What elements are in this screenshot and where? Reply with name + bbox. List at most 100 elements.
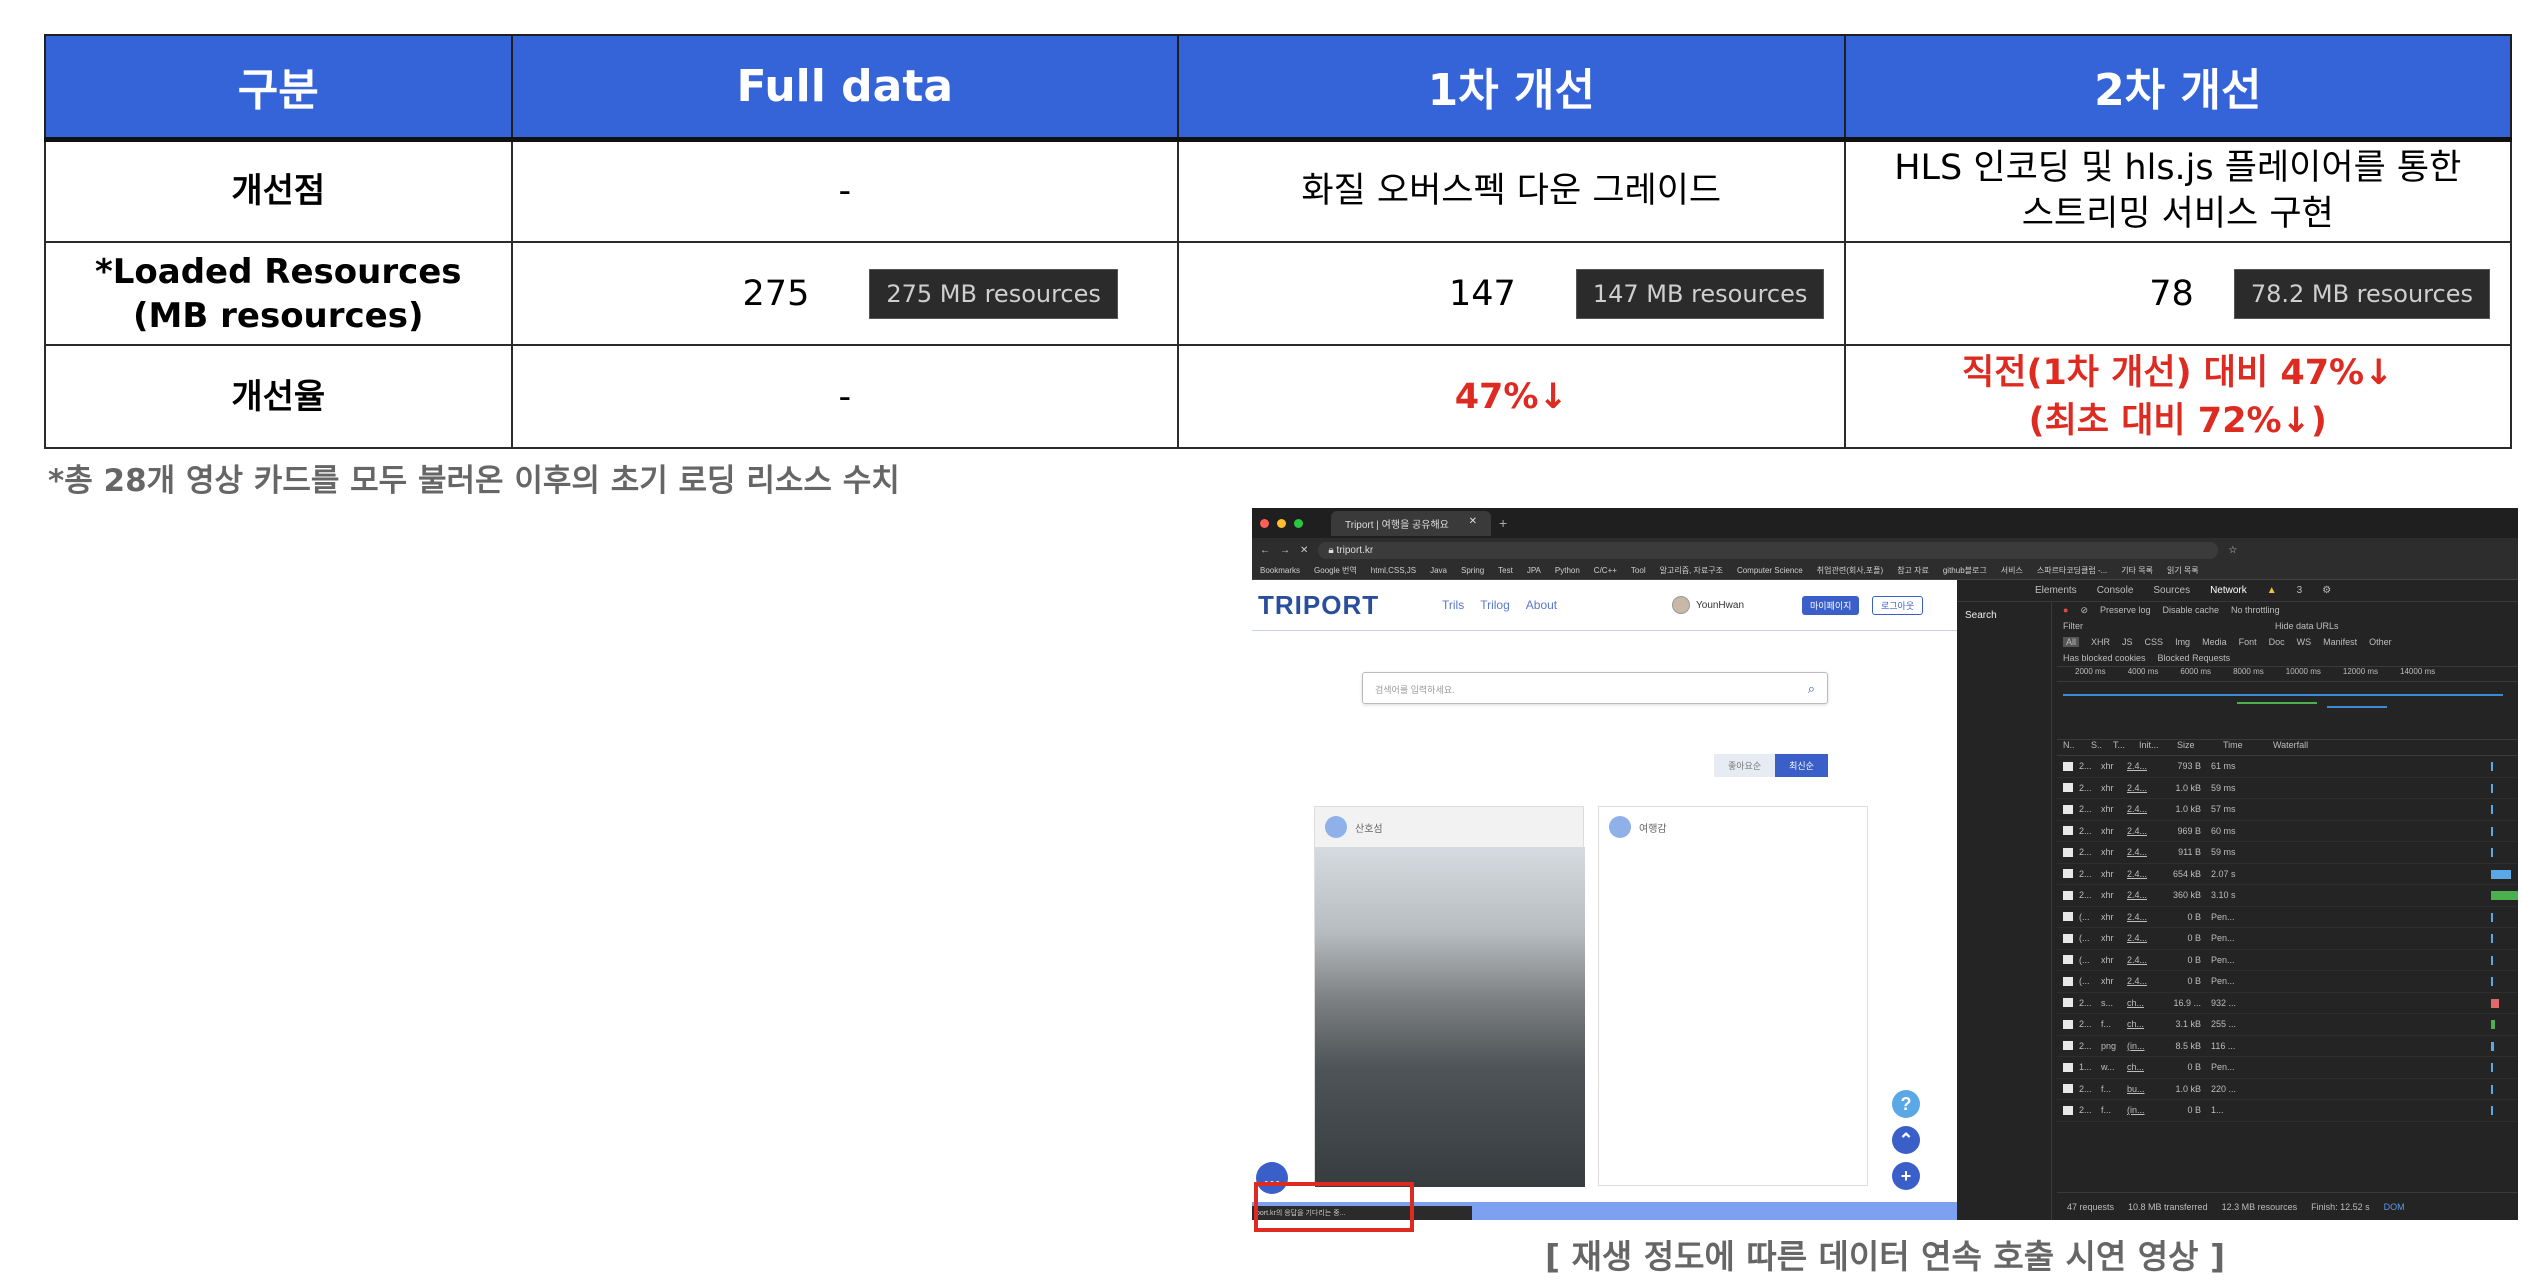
- tab-sources[interactable]: Sources: [2153, 585, 2190, 596]
- table-row[interactable]: 2... xhr 2.4... 360 kB 3.10 s: [2057, 885, 2518, 907]
- bookmark-item[interactable]: 취업관련(회사,포폴): [1817, 565, 1883, 576]
- sort-popular-button[interactable]: 좋아요순: [1714, 754, 1776, 777]
- nav-trilog[interactable]: Trilog: [1480, 598, 1510, 612]
- blocked-cookies[interactable]: Has blocked cookies: [2063, 653, 2146, 663]
- add-icon[interactable]: +: [1892, 1162, 1920, 1190]
- preserve-log[interactable]: Preserve log: [2100, 605, 2151, 615]
- bookmark-item[interactable]: Computer Science: [1737, 566, 1803, 575]
- table-row[interactable]: 2... f... ch... 3.1 kB 255 ...: [2057, 1014, 2518, 1036]
- grid-column-header[interactable]: Time: [2223, 740, 2273, 755]
- table-row[interactable]: 2... xhr 2.4... 1.0 kB 59 ms: [2057, 778, 2518, 799]
- grid-column-header[interactable]: Size: [2177, 740, 2223, 755]
- new-tab-icon[interactable]: +: [1499, 515, 1507, 531]
- tab-console[interactable]: Console: [2097, 585, 2134, 596]
- type-filter-manifest[interactable]: Manifest: [2323, 637, 2357, 647]
- grid-column-header[interactable]: Waterfall: [2273, 740, 2353, 755]
- bookmark-item[interactable]: Python: [1555, 566, 1580, 575]
- type-filter-js[interactable]: JS: [2122, 637, 2133, 647]
- table-row[interactable]: 2... f... bu... 1.0 kB 220 ...: [2057, 1079, 2518, 1100]
- nav-trils[interactable]: Trils: [1442, 598, 1464, 612]
- table-row[interactable]: (... xhr 2.4... 0 B Pen...: [2057, 950, 2518, 971]
- bookmark-item[interactable]: Spring: [1461, 566, 1484, 575]
- type-filter-doc[interactable]: Doc: [2269, 637, 2285, 647]
- tab-network[interactable]: Network: [2210, 585, 2247, 596]
- back-icon[interactable]: ←: [1260, 545, 1270, 556]
- disable-cache[interactable]: Disable cache: [2163, 605, 2220, 615]
- bookmark-item[interactable]: JPA: [1527, 566, 1541, 575]
- type-filter-other[interactable]: Other: [2369, 637, 2392, 647]
- avatar[interactable]: [1672, 596, 1690, 614]
- bookmark-item[interactable]: Bookmarks: [1260, 566, 1300, 575]
- request-grid-header: N.. S.. T... Init... Size Time Waterfall: [2057, 740, 2518, 756]
- warning-icon[interactable]: ▲: [2267, 585, 2277, 596]
- clear-icon[interactable]: ⊘: [2080, 605, 2088, 616]
- table-row[interactable]: 1... w... ch... 0 B Pen...: [2057, 1057, 2518, 1079]
- video-card[interactable]: 여행감: [1598, 806, 1868, 1186]
- bookmark-item[interactable]: html,CSS,JS: [1371, 566, 1416, 575]
- search-input[interactable]: 검색어를 입력하세요. ⌕: [1362, 672, 1828, 704]
- grid-column-header[interactable]: Init...: [2139, 740, 2177, 755]
- gear-icon[interactable]: ⚙: [2322, 585, 2331, 596]
- filter-input[interactable]: Filter: [2063, 621, 2263, 631]
- table-row[interactable]: (... xhr 2.4... 0 B Pen...: [2057, 928, 2518, 950]
- grid-column-header[interactable]: T...: [2113, 740, 2139, 755]
- table-row[interactable]: 2... xhr 2.4... 654 kB 2.07 s: [2057, 864, 2518, 885]
- bookmark-item[interactable]: C/C++: [1594, 566, 1617, 575]
- type-filter-img[interactable]: Img: [2175, 637, 2190, 647]
- bookmark-item[interactable]: 알고리즘, 자료구조: [1660, 565, 1723, 576]
- hide-data-urls[interactable]: Hide data URLs: [2275, 621, 2339, 631]
- forward-icon[interactable]: →: [1280, 545, 1290, 556]
- table-row[interactable]: 2... xhr 2.4... 969 B 60 ms: [2057, 821, 2518, 842]
- type-filter-ws[interactable]: WS: [2297, 637, 2312, 647]
- search-tab[interactable]: Search: [1965, 610, 2051, 621]
- bookmark-item[interactable]: github블로그: [1943, 565, 1987, 576]
- bookmark-item[interactable]: 스파르타코딩클럽 -...: [2037, 565, 2107, 576]
- help-icon[interactable]: ?: [1892, 1090, 1920, 1118]
- search-icon[interactable]: ⌕: [1808, 681, 1815, 697]
- table-row[interactable]: 2... xhr 2.4... 793 B 61 ms: [2057, 756, 2518, 778]
- maximize-window-icon[interactable]: [1294, 518, 1303, 528]
- scroll-up-icon[interactable]: ⌃: [1892, 1126, 1920, 1154]
- star-icon[interactable]: ☆: [2228, 545, 2237, 556]
- bookmark-item[interactable]: 기타 목록: [2121, 565, 2153, 576]
- browser-tab[interactable]: Triport | 여행을 공유해요 ✕: [1331, 510, 1491, 536]
- bookmark-item[interactable]: 서비스: [2001, 565, 2023, 576]
- bookmark-item[interactable]: 읽기 목록: [2167, 565, 2199, 576]
- tab-close-icon[interactable]: ✕: [1469, 516, 1477, 531]
- site-logo[interactable]: TRIPORT: [1258, 590, 1379, 621]
- table-cell: s...: [2101, 997, 2114, 1008]
- table-row[interactable]: 2... xhr 2.4... 911 B 59 ms: [2057, 842, 2518, 864]
- type-filter-media[interactable]: Media: [2202, 637, 2227, 647]
- address-bar[interactable]: 🔒︎ triport.kr: [1318, 541, 2219, 559]
- bookmark-item[interactable]: Tool: [1631, 566, 1646, 575]
- table-row[interactable]: 2... xhr 2.4... 1.0 kB 57 ms: [2057, 799, 2518, 821]
- stop-icon[interactable]: ✕: [1300, 545, 1308, 556]
- type-filter-xhr[interactable]: XHR: [2091, 637, 2110, 647]
- minimize-window-icon[interactable]: [1277, 518, 1286, 528]
- type-filter-all[interactable]: All: [2063, 637, 2080, 647]
- blocked-requests[interactable]: Blocked Requests: [2158, 653, 2231, 663]
- nav-about[interactable]: About: [1526, 598, 1557, 612]
- table-row[interactable]: 2... png (in... 8.5 kB 116 ...: [2057, 1036, 2518, 1057]
- table-row[interactable]: (... xhr 2.4... 0 B Pen...: [2057, 971, 2518, 993]
- grid-column-header[interactable]: S..: [2091, 740, 2113, 755]
- throttling-select[interactable]: No throttling: [2231, 605, 2280, 615]
- tab-elements[interactable]: Elements: [2035, 585, 2077, 596]
- logout-button[interactable]: 로그아웃: [1872, 596, 1924, 615]
- video-thumbnail[interactable]: [1315, 847, 1585, 1187]
- type-filter-css[interactable]: CSS: [2145, 637, 2164, 647]
- record-icon[interactable]: ●: [2063, 605, 2068, 615]
- bookmark-item[interactable]: 참고 자료: [1897, 565, 1929, 576]
- type-filter-font[interactable]: Font: [2239, 637, 2257, 647]
- table-row[interactable]: 2... s... ch... 16.9 ... 932 ...: [2057, 993, 2518, 1014]
- sort-latest-button[interactable]: 최신순: [1775, 754, 1828, 777]
- close-window-icon[interactable]: [1260, 518, 1269, 528]
- grid-column-header[interactable]: N..: [2063, 740, 2091, 755]
- table-row[interactable]: (... xhr 2.4... 0 B Pen...: [2057, 907, 2518, 928]
- table-row[interactable]: 2... f... (in... 0 B 1...: [2057, 1100, 2518, 1122]
- bookmark-item[interactable]: Test: [1498, 566, 1513, 575]
- video-card[interactable]: 산호섬: [1314, 806, 1585, 1187]
- bookmark-item[interactable]: Java: [1430, 566, 1447, 575]
- bookmark-item[interactable]: Google 번역: [1314, 565, 1357, 576]
- mypage-button[interactable]: 마이페이지: [1802, 596, 1860, 615]
